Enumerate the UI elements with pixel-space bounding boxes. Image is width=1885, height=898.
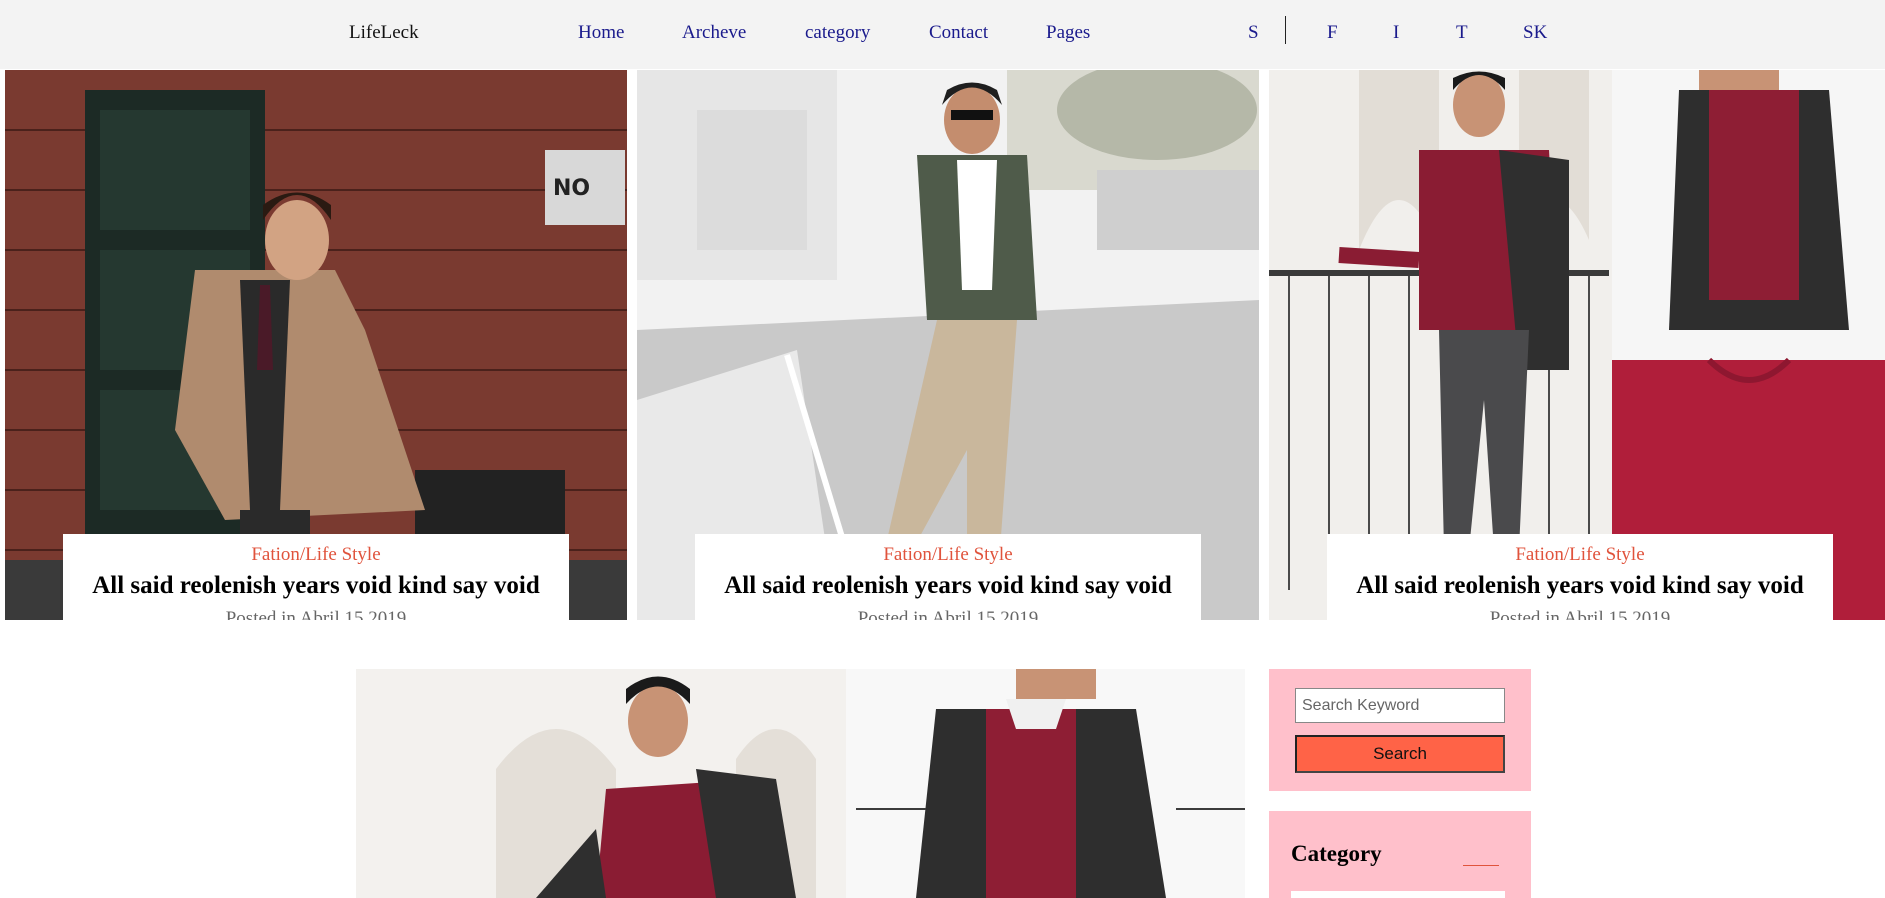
featured-post-1[interactable]: NO Fation/Life Style All said reolenish … — [5, 70, 627, 620]
post-date: Posted in Abril 15,2019 — [857, 608, 1039, 620]
nav-pages[interactable]: Pages — [1046, 22, 1090, 44]
category-list — [1291, 891, 1505, 898]
nav-home[interactable]: Home — [578, 22, 624, 44]
post-title[interactable]: All said reolenish years void kind say v… — [1327, 572, 1833, 600]
top-navbar: LifeLeck Home Archeve category Contact P… — [0, 0, 1885, 69]
post-category[interactable]: Fation/Life Style — [695, 544, 1201, 566]
search-widget: Search — [1269, 669, 1531, 791]
category-title-underline — [1463, 865, 1499, 866]
post-caption: Fation/Life Style All said reolenish yea… — [63, 534, 569, 620]
social-link-skype[interactable]: SK — [1523, 22, 1547, 44]
search-input[interactable] — [1295, 688, 1505, 723]
category-title: Category — [1291, 841, 1382, 866]
brand-logo[interactable]: LifeLeck — [349, 22, 419, 44]
post-category[interactable]: Fation/Life Style — [63, 544, 569, 566]
post-title[interactable]: All said reolenish years void kind say v… — [63, 572, 569, 600]
post-image-main[interactable] — [356, 669, 1245, 898]
social-link-instagram[interactable]: I — [1393, 22, 1399, 44]
nav-category[interactable]: category — [805, 22, 870, 44]
post-caption: Fation/Life Style All said reolenish yea… — [1327, 534, 1833, 620]
social-link-twitter[interactable]: T — [1456, 22, 1468, 44]
search-button[interactable]: Search — [1295, 735, 1505, 773]
post-date: Posted in Abril 15,2019 — [225, 608, 407, 620]
category-widget: Category — [1269, 811, 1531, 898]
social-link-s[interactable]: S — [1248, 22, 1259, 44]
post-title[interactable]: All said reolenish years void kind say v… — [695, 572, 1201, 600]
featured-post-3[interactable]: Fation/Life Style All said reolenish yea… — [1269, 70, 1885, 620]
svg-text:NO: NO — [553, 176, 590, 201]
featured-post-2[interactable]: Fation/Life Style All said reolenish yea… — [637, 70, 1259, 620]
post-caption: Fation/Life Style All said reolenish yea… — [695, 534, 1201, 620]
social-link-facebook[interactable]: F — [1327, 22, 1338, 44]
post-category[interactable]: Fation/Life Style — [1327, 544, 1833, 566]
post-date: Posted in Abril 15,2019 — [1489, 608, 1671, 620]
nav-divider — [1285, 16, 1286, 44]
nav-archive[interactable]: Archeve — [682, 22, 746, 44]
nav-contact[interactable]: Contact — [929, 22, 988, 44]
